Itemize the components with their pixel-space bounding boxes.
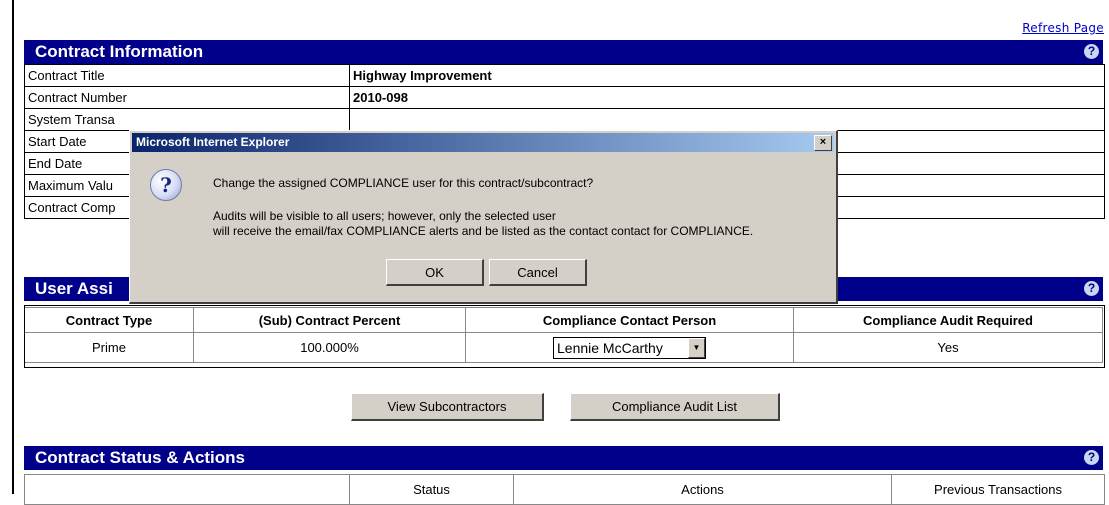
- table-header-row: Contract Type (Sub) Contract Percent Com…: [24, 307, 1103, 333]
- row-value: [349, 108, 1105, 131]
- percent-cell: 100.000%: [193, 332, 466, 363]
- column-header: (Sub) Contract Percent: [193, 307, 466, 333]
- table-row: Contract Title Highway Improvement: [24, 64, 1105, 87]
- question-icon: ?: [150, 169, 182, 201]
- status-actions-table: Status Actions Previous Transactions: [24, 474, 1105, 505]
- help-icon[interactable]: ?: [1084, 450, 1099, 465]
- status-actions-title: Contract Status & Actions: [35, 448, 246, 467]
- confirm-dialog: Microsoft Internet Explorer × ? Change t…: [129, 130, 838, 304]
- row-value: 2010-098: [349, 86, 1105, 109]
- help-icon[interactable]: ?: [1084, 281, 1099, 296]
- chevron-down-icon[interactable]: ▼: [688, 337, 705, 358]
- compliance-audit-list-button[interactable]: Compliance Audit List: [570, 393, 780, 421]
- audit-required-cell: Yes: [793, 332, 1103, 363]
- column-header: Compliance Audit Required: [793, 307, 1103, 333]
- column-header: Contract Type: [24, 307, 194, 333]
- column-header: Actions: [513, 474, 892, 505]
- row-value: Highway Improvement: [349, 64, 1105, 87]
- refresh-page-link[interactable]: Refresh Page: [1022, 21, 1104, 35]
- table-row: System Transa: [24, 108, 1105, 131]
- contract-info-header: Contract Information ?: [24, 40, 1103, 64]
- ok-button[interactable]: OK: [386, 259, 484, 286]
- dialog-title: Microsoft Internet Explorer: [136, 135, 290, 149]
- column-header: Previous Transactions: [891, 474, 1105, 505]
- compliance-contact-select[interactable]: Lennie McCarthy ▼: [553, 336, 706, 359]
- column-header: Status: [349, 474, 514, 505]
- row-label: Contract Title: [24, 64, 350, 87]
- table-header-row: Status Actions Previous Transactions: [24, 474, 1105, 505]
- dialog-detail-line-2: will receive the email/fax COMPLIANCE al…: [213, 224, 754, 238]
- dialog-title-bar: Microsoft Internet Explorer: [132, 133, 834, 152]
- table-row: Prime 100.000% Lennie McCarthy ▼ Yes: [24, 332, 1103, 363]
- page-left-border: [12, 0, 14, 494]
- table-row: Contract Number 2010-098: [24, 86, 1105, 109]
- contract-info-title: Contract Information: [35, 42, 204, 61]
- column-header: Compliance Contact Person: [465, 307, 794, 333]
- row-label: Contract Number: [24, 86, 350, 109]
- user-assign-title: User Assi: [35, 279, 113, 298]
- contact-cell: Lennie McCarthy ▼: [465, 332, 794, 363]
- row-label: System Transa: [24, 108, 350, 131]
- dialog-question: Change the assigned COMPLIANCE user for …: [213, 176, 594, 190]
- column-header: [24, 474, 350, 505]
- status-actions-header: Contract Status & Actions ?: [24, 446, 1103, 470]
- help-icon[interactable]: ?: [1084, 44, 1099, 59]
- user-assign-table: Contract Type (Sub) Contract Percent Com…: [24, 307, 1103, 363]
- cancel-button[interactable]: Cancel: [489, 259, 587, 286]
- contract-type-cell: Prime: [24, 332, 194, 363]
- compliance-contact-value: Lennie McCarthy: [557, 339, 663, 356]
- view-subcontractors-button[interactable]: View Subcontractors: [351, 393, 544, 421]
- close-icon[interactable]: ×: [814, 135, 832, 151]
- dialog-detail-line-1: Audits will be visible to all users; how…: [213, 209, 556, 223]
